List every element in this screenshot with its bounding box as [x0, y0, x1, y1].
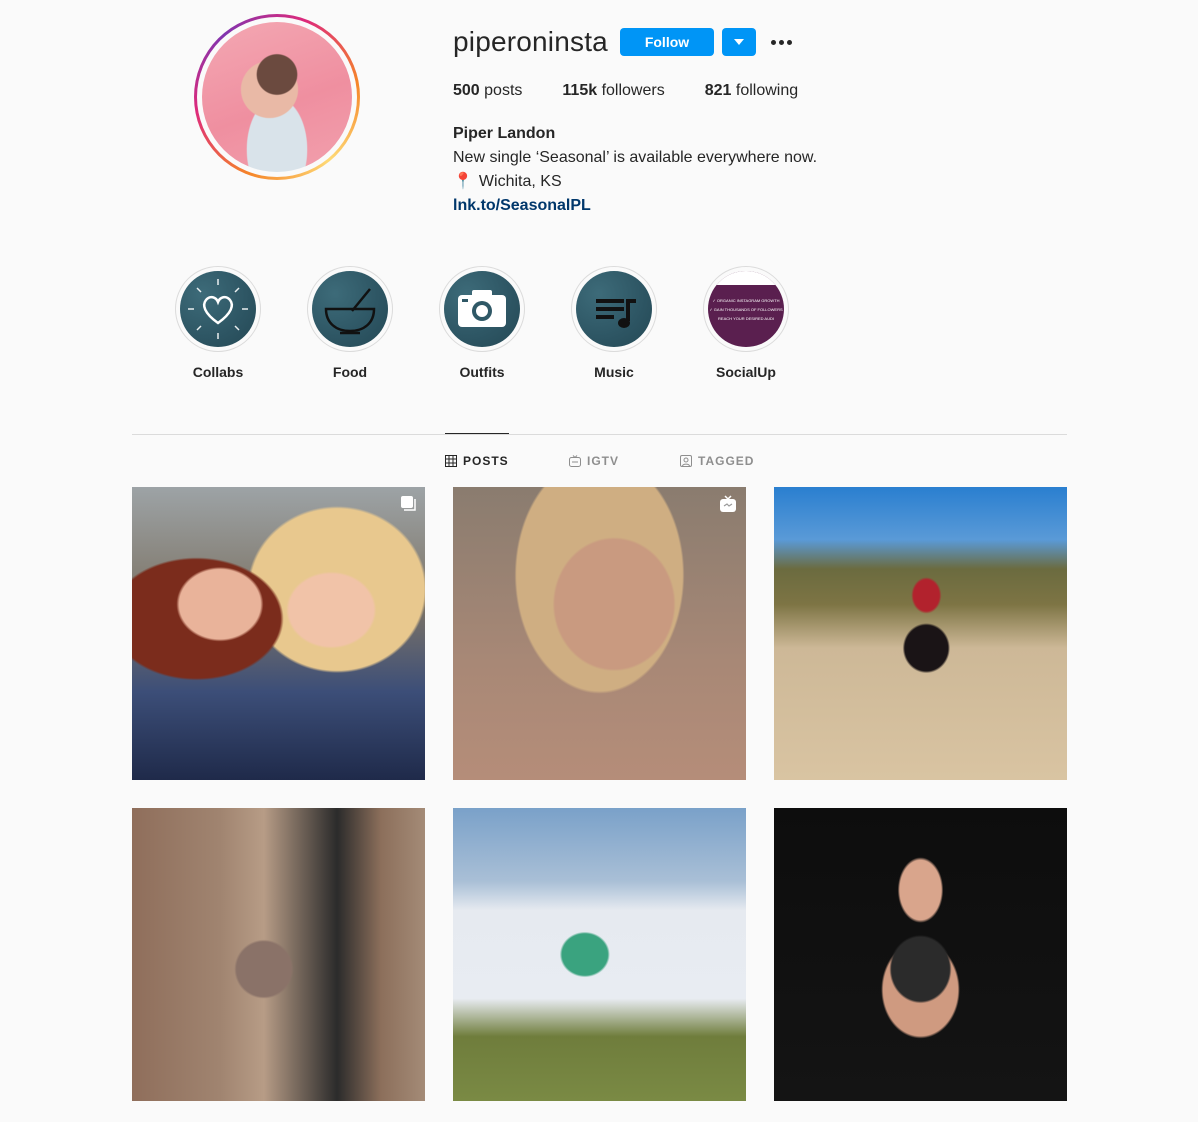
bowl-icon: [312, 271, 388, 347]
tab-posts[interactable]: POSTS: [445, 454, 509, 468]
post-thumbnail[interactable]: [453, 808, 746, 1101]
post-thumbnail[interactable]: [132, 808, 425, 1101]
profile-bio: Piper Landon New single ‘Seasonal’ is av…: [453, 122, 817, 218]
following-count-label: following: [735, 82, 799, 99]
tab-label: POSTS: [463, 454, 509, 468]
socialup-thumbnail: ✓ ORGANIC INSTAGRAM GROWTH ✓ GAIN THOUSA…: [708, 271, 784, 347]
following-count-value: 821: [704, 82, 732, 99]
highlight-label: Outfits: [459, 364, 505, 380]
profile-stats: 500 posts 115k followers 821 following: [453, 82, 838, 100]
username: piperoninsta: [453, 26, 608, 57]
active-tab-indicator: [445, 433, 509, 434]
post-thumbnail[interactable]: [774, 487, 1067, 780]
post-thumbnail[interactable]: [774, 808, 1067, 1101]
dot-icon: [770, 39, 776, 45]
pin-icon: 📍: [453, 173, 473, 190]
igtv-icon: [569, 455, 581, 467]
posts-count-label: posts: [484, 82, 523, 99]
triangle-down-icon: [734, 39, 744, 45]
bio-text: New single ‘Seasonal’ is available every…: [453, 149, 818, 166]
tag-icon: [680, 455, 692, 467]
highlight-label: Collabs: [192, 364, 244, 380]
music-icon: [576, 271, 652, 347]
tab-label: IGTV: [587, 454, 620, 468]
follow-button[interactable]: Follow: [620, 28, 714, 56]
highlight-label: SocialUp: [716, 364, 776, 380]
dot-icon: [778, 39, 784, 45]
tab-label: TAGGED: [698, 454, 755, 468]
grid-icon: [445, 455, 457, 467]
tab-igtv[interactable]: IGTV: [569, 454, 619, 468]
more-options-button[interactable]: [768, 32, 794, 52]
avatar-inner: [197, 17, 357, 177]
location-text: Wichita, KS: [478, 173, 562, 190]
camera-icon: [444, 271, 520, 347]
avatar-photo: [202, 22, 352, 172]
suggestions-dropdown-button[interactable]: [722, 28, 756, 56]
highlight-ring: [175, 266, 261, 352]
post-thumbnail[interactable]: [132, 487, 425, 780]
highlight-food[interactable]: Food: [306, 266, 394, 380]
bio-location: 📍 Wichita, KS: [453, 170, 817, 194]
post-thumbnail[interactable]: [453, 487, 746, 780]
profile-avatar[interactable]: [194, 14, 360, 180]
followers-count-value: 115k: [562, 82, 598, 99]
highlight-collabs[interactable]: Collabs: [174, 266, 262, 380]
multiple-icon: [401, 496, 416, 511]
followers-count-label: followers: [601, 82, 665, 99]
highlight-ring: ✓ ORGANIC INSTAGRAM GROWTH ✓ GAIN THOUSA…: [703, 266, 789, 352]
highlight-ring: [307, 266, 393, 352]
full-name: Piper Landon: [453, 125, 556, 142]
tab-tagged[interactable]: TAGGED: [680, 454, 754, 468]
posts-count: 500 posts: [453, 82, 522, 100]
tabs-divider: [132, 434, 1067, 435]
posts-count-value: 500: [453, 82, 480, 99]
highlight-outfits[interactable]: Outfits: [438, 266, 526, 380]
highlight-ring: [571, 266, 657, 352]
highlight-socialup[interactable]: ✓ ORGANIC INSTAGRAM GROWTH ✓ GAIN THOUSA…: [702, 266, 790, 380]
following-count[interactable]: 821 following: [705, 82, 798, 100]
thumbnail-header: [708, 271, 784, 285]
highlight-label: Food: [332, 364, 368, 380]
dot-icon: [786, 39, 792, 45]
highlight-ring: [439, 266, 525, 352]
thumbnail-text: ✓ ORGANIC INSTAGRAM GROWTH: [712, 297, 780, 303]
highlight-label: Music: [594, 364, 634, 380]
heart-icon: [180, 271, 256, 347]
followers-count[interactable]: 115k followers: [562, 82, 664, 100]
igtv-icon: [720, 495, 736, 512]
thumbnail-text: ✓ GAIN THOUSANDS OF FOLLOWERS: [709, 306, 783, 312]
bio-link[interactable]: lnk.to/SeasonalPL: [453, 194, 817, 218]
thumbnail-text: REACH YOUR DESIRED AUDI: [718, 315, 774, 321]
highlight-music[interactable]: Music: [570, 266, 658, 380]
